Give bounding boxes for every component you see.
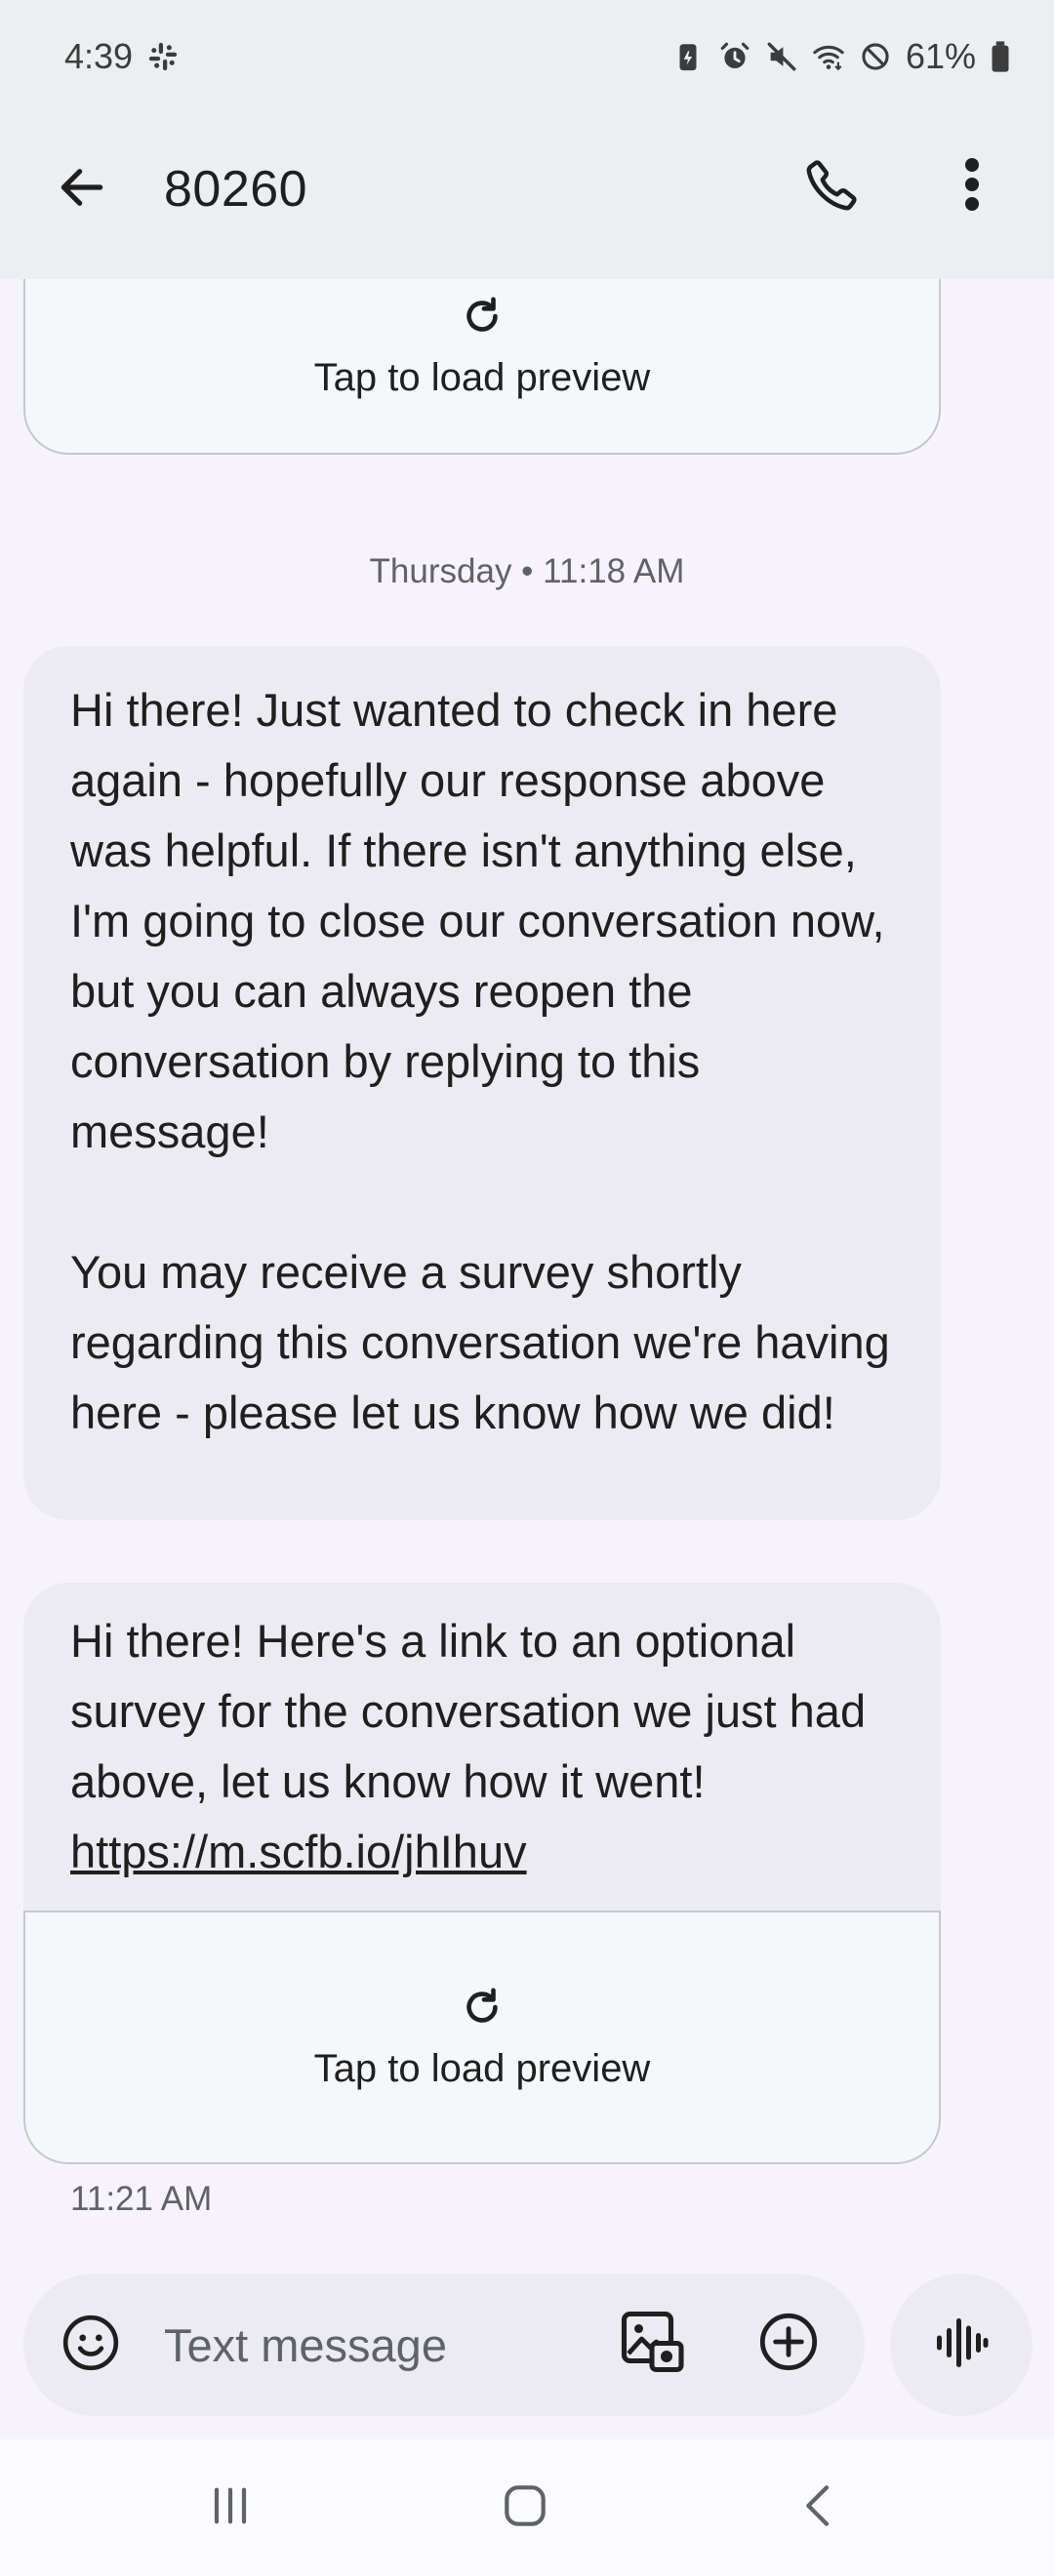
more-options-button[interactable]	[943, 152, 1001, 221]
gallery-button[interactable]	[615, 2307, 689, 2381]
do-not-disturb-icon	[859, 40, 892, 73]
attach-button[interactable]	[755, 2311, 822, 2377]
message-bubble[interactable]: Hi there! Just wanted to check in here a…	[23, 646, 941, 1520]
date-separator: Thursday • 11:18 AM	[369, 552, 685, 590]
link-preview-card[interactable]: Tap to load preview	[23, 279, 941, 455]
emoji-icon	[61, 2313, 121, 2378]
conversation-title: 80260	[164, 161, 308, 218]
conversation-list[interactable]: Tap to load preview Thursday • 11:18 AM …	[0, 279, 1054, 2260]
back-arrow-icon	[55, 160, 109, 220]
emoji-button[interactable]	[59, 2313, 123, 2377]
wifi-icon	[812, 40, 845, 73]
alarm-icon	[718, 40, 751, 73]
slack-icon	[146, 40, 180, 73]
preview-label: Tap to load preview	[313, 355, 651, 399]
call-button[interactable]	[798, 152, 867, 221]
battery-icon	[990, 40, 1011, 73]
home-icon	[498, 2478, 552, 2538]
compose-bar	[23, 2274, 865, 2416]
back-nav-button[interactable]	[781, 2476, 859, 2539]
gallery-icon	[617, 2307, 687, 2382]
reload-icon	[460, 294, 505, 339]
message-text: Hi there! Just wanted to check in here a…	[70, 684, 885, 1157]
preview-label: Tap to load preview	[313, 2046, 651, 2090]
voice-message-button[interactable]	[890, 2274, 1033, 2416]
message-input[interactable]	[164, 2313, 593, 2377]
add-circle-icon	[757, 2311, 820, 2378]
message-timestamp: 11:21 AM	[70, 2180, 213, 2218]
recents-button[interactable]	[191, 2476, 269, 2539]
recents-icon	[203, 2478, 258, 2538]
back-icon	[792, 2478, 847, 2538]
reload-icon	[460, 1985, 505, 2030]
message-text: You may receive a survey shortly regardi…	[70, 1246, 890, 1438]
navigation-bar	[0, 2439, 1054, 2576]
link-preview-card[interactable]: Tap to load preview	[23, 1911, 941, 2164]
voice-icon	[932, 2314, 991, 2377]
more-vert-icon	[962, 155, 982, 219]
back-button[interactable]	[49, 156, 115, 222]
battery-percent: 61%	[905, 36, 976, 76]
status-left: 4:39	[64, 36, 180, 77]
home-button[interactable]	[486, 2476, 564, 2539]
mute-icon	[765, 40, 798, 73]
phone-icon	[803, 155, 862, 219]
status-right: 61%	[671, 36, 1011, 77]
survey-link[interactable]: https://m.scfb.io/jhIhuv	[70, 1826, 527, 1877]
status-bar: 4:39 61%	[0, 0, 1054, 113]
message-bubble[interactable]: Hi there! Here's a link to an optional s…	[23, 1583, 941, 1912]
status-time: 4:39	[64, 36, 134, 76]
app-bar: 80260	[0, 113, 1054, 279]
battery-saver-icon	[671, 40, 705, 73]
message-text: Hi there! Here's a link to an optional s…	[70, 1615, 867, 1807]
